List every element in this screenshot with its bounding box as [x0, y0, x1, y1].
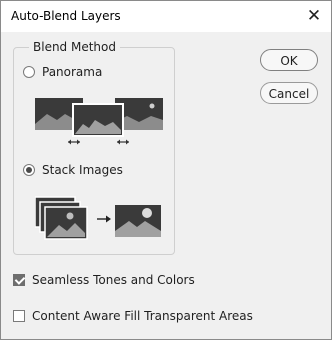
stack-images-radio-option[interactable]: Stack Images	[23, 163, 123, 177]
panorama-illustration	[35, 98, 163, 145]
content-aware-fill-label: Content Aware Fill Transparent Areas	[32, 309, 253, 323]
left-double-arrow-icon	[68, 139, 80, 145]
blend-method-label: Blend Method	[29, 40, 120, 54]
auto-blend-layers-dialog: Auto-Blend Layers ✕ Blend Method Panoram…	[0, 0, 332, 340]
content-aware-fill-option[interactable]: Content Aware Fill Transparent Areas	[13, 309, 253, 323]
stack-images-illustration	[35, 196, 161, 240]
stack-images-radio[interactable]	[23, 164, 35, 176]
close-icon[interactable]: ✕	[303, 5, 325, 27]
stacked-images	[35, 196, 88, 240]
panorama-radio-option[interactable]: Panorama	[23, 65, 102, 79]
stack-images-radio-label: Stack Images	[42, 163, 123, 177]
seamless-tones-option[interactable]: Seamless Tones and Colors	[13, 273, 195, 287]
panorama-radio-label: Panorama	[42, 65, 103, 79]
dialog-title: Auto-Blend Layers	[11, 9, 121, 23]
seamless-tones-checkbox[interactable]	[13, 274, 25, 286]
panorama-radio[interactable]	[23, 66, 35, 78]
seamless-tones-label: Seamless Tones and Colors	[32, 273, 195, 287]
ok-button[interactable]: OK	[260, 49, 318, 71]
panorama-center-image	[72, 103, 124, 137]
right-double-arrow-icon	[117, 139, 129, 145]
content-aware-fill-checkbox[interactable]	[13, 310, 25, 322]
title-bar: Auto-Blend Layers ✕	[1, 1, 331, 32]
right-arrow-icon	[97, 215, 111, 223]
cancel-button[interactable]: Cancel	[260, 82, 318, 104]
blended-result-image	[115, 205, 161, 237]
